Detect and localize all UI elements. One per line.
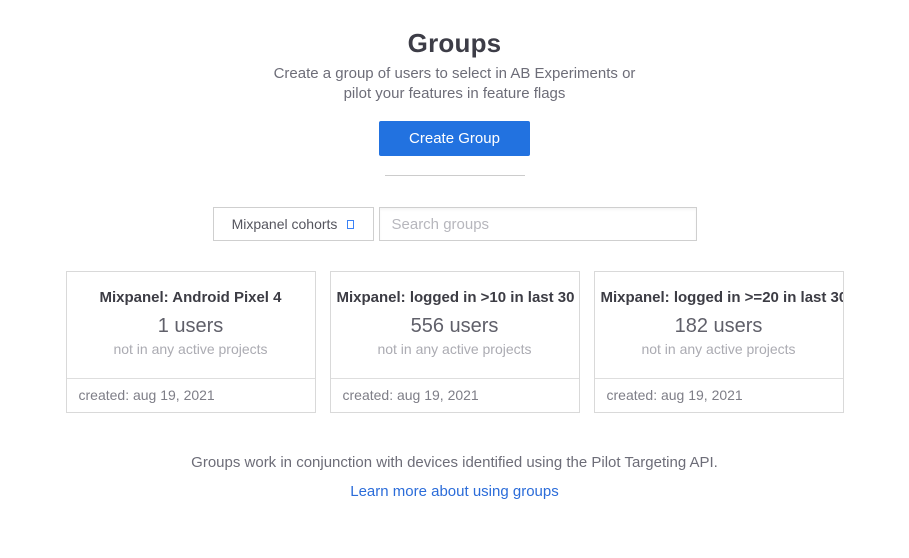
page-header: Groups Create a group of users to select… bbox=[0, 0, 909, 176]
group-card-created: created: aug 19, 2021 bbox=[67, 378, 315, 412]
learn-more-link[interactable]: Learn more about using groups bbox=[350, 483, 558, 500]
groups-page: Groups Create a group of users to select… bbox=[0, 0, 909, 558]
group-card[interactable]: Mixpanel: logged in >10 in last 30 ... 5… bbox=[330, 271, 580, 413]
group-card-title: Mixpanel: logged in >=20 in last 30... bbox=[595, 289, 843, 306]
group-card-body: Mixpanel: logged in >=20 in last 30... 1… bbox=[595, 272, 843, 378]
group-card-user-count: 556 users bbox=[331, 315, 579, 338]
page-subtitle-line2: pilot your features in feature flags bbox=[0, 84, 909, 104]
group-card-title: Mixpanel: logged in >10 in last 30 ... bbox=[331, 289, 579, 306]
header-divider bbox=[385, 175, 525, 176]
page-footer: Groups work in conjunction with devices … bbox=[0, 454, 909, 501]
group-card-user-count: 182 users bbox=[595, 315, 843, 338]
group-card-created: created: aug 19, 2021 bbox=[595, 378, 843, 412]
group-card-body: Mixpanel: logged in >10 in last 30 ... 5… bbox=[331, 272, 579, 378]
group-card-user-count: 1 users bbox=[67, 315, 315, 338]
group-card-body: Mixpanel: Android Pixel 4 1 users not in… bbox=[67, 272, 315, 378]
group-card-created: created: aug 19, 2021 bbox=[331, 378, 579, 412]
cohort-source-select[interactable]: Mixpanel cohorts bbox=[213, 207, 374, 241]
group-card[interactable]: Mixpanel: Android Pixel 4 1 users not in… bbox=[66, 271, 316, 413]
group-cards: Mixpanel: Android Pixel 4 1 users not in… bbox=[0, 271, 909, 413]
create-group-button[interactable]: Create Group bbox=[379, 121, 530, 156]
group-card-title: Mixpanel: Android Pixel 4 bbox=[67, 289, 315, 306]
filter-bar: Mixpanel cohorts bbox=[0, 207, 909, 241]
group-card-status: not in any active projects bbox=[331, 341, 579, 357]
search-groups-input[interactable] bbox=[379, 207, 697, 241]
group-card-status: not in any active projects bbox=[67, 341, 315, 357]
page-title: Groups bbox=[0, 28, 909, 59]
footer-info-text: Groups work in conjunction with devices … bbox=[0, 454, 909, 471]
group-card-status: not in any active projects bbox=[595, 341, 843, 357]
page-subtitle-line1: Create a group of users to select in AB … bbox=[0, 64, 909, 84]
group-card[interactable]: Mixpanel: logged in >=20 in last 30... 1… bbox=[594, 271, 844, 413]
dropdown-indicator-icon bbox=[347, 220, 354, 229]
cohort-source-select-value: Mixpanel cohorts bbox=[232, 216, 338, 232]
page-subtitle: Create a group of users to select in AB … bbox=[0, 64, 909, 104]
